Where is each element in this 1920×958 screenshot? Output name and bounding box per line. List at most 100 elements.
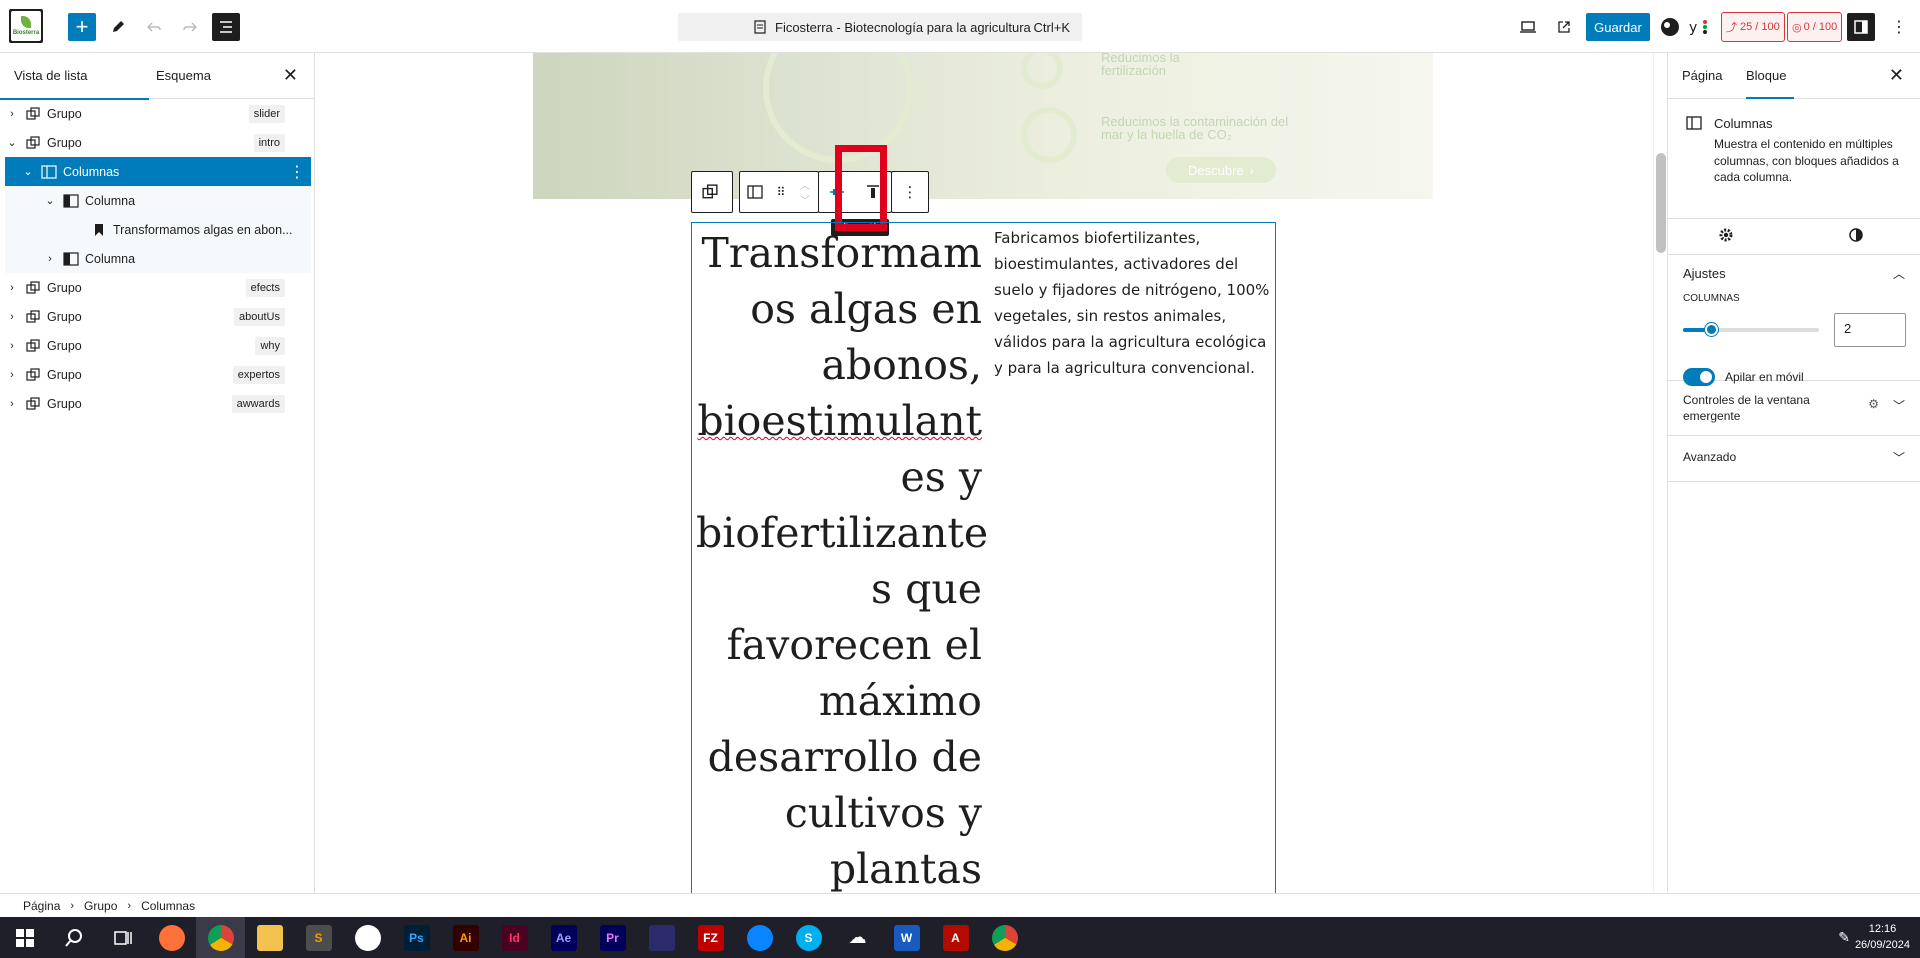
chevron-up-icon[interactable]: ︿: [800, 177, 810, 192]
readability-score-badge[interactable]: ◎ 0 / 100: [1787, 12, 1843, 42]
tab-block[interactable]: Bloque: [1746, 68, 1786, 83]
site-logo-button[interactable]: Biosterra: [9, 9, 43, 43]
chevron-down-icon[interactable]: ﹀: [1893, 397, 1905, 414]
search-button[interactable]: [49, 917, 98, 958]
styles-tab[interactable]: [1848, 227, 1864, 246]
tab-list-view[interactable]: Vista de lista: [0, 68, 151, 100]
breadcrumb-item[interactable]: Grupo: [84, 899, 117, 913]
advanced-panel[interactable]: Avanzado ﹀: [1668, 436, 1920, 482]
add-block-button[interactable]: +: [68, 13, 96, 41]
view-post-button[interactable]: [1550, 13, 1578, 41]
chevron-down-icon[interactable]: ﹀: [800, 192, 810, 207]
list-item[interactable]: › Grupo why: [5, 331, 311, 360]
columns-number-input[interactable]: 2: [1834, 313, 1906, 347]
columns-slider[interactable]: [1683, 323, 1819, 336]
drag-handle[interactable]: ⠿: [770, 172, 792, 212]
list-item[interactable]: Transformamos algas en abon...: [5, 215, 311, 244]
columns-block[interactable]: Transformam os algas en abonos, bioestim…: [691, 222, 1276, 893]
list-item[interactable]: ⌄ Grupo intro: [5, 128, 311, 157]
popup-controls-panel[interactable]: Controles de la ventana emergente ⚙ ﹀: [1668, 381, 1920, 436]
taskbar-chrome-2[interactable]: [980, 917, 1029, 958]
list-item[interactable]: › Grupo efects: [5, 273, 311, 302]
taskbar-app2[interactable]: [637, 917, 686, 958]
breadcrumb-item[interactable]: Página: [23, 899, 60, 913]
more-vertical-icon[interactable]: ⋮: [289, 162, 305, 182]
taskbar-skype[interactable]: S: [784, 917, 833, 958]
taskbar-acrobat[interactable]: A: [931, 917, 980, 958]
tab-page[interactable]: Página: [1682, 68, 1722, 83]
plus-icon: +: [75, 14, 89, 39]
taskbar-explorer[interactable]: [245, 917, 294, 958]
select-parent-button[interactable]: [692, 172, 728, 212]
close-icon[interactable]: ✕: [283, 65, 298, 86]
settings-panel-title[interactable]: Ajustes: [1683, 266, 1726, 281]
tools-button[interactable]: [104, 13, 132, 41]
taskbar-filezilla[interactable]: FZ: [686, 917, 735, 958]
taskbar-illustrator[interactable]: Ai: [441, 917, 490, 958]
document-overview-button[interactable]: [212, 13, 240, 41]
chevron-right-icon[interactable]: ›: [5, 398, 19, 410]
preview-button[interactable]: [1514, 13, 1542, 41]
taskbar-aftereffects[interactable]: Ae: [539, 917, 588, 958]
undo-button[interactable]: [140, 13, 168, 41]
taskbar-indesign[interactable]: Id: [490, 917, 539, 958]
list-item[interactable]: › Columna: [5, 244, 311, 273]
task-view-button[interactable]: [98, 917, 147, 958]
chevron-down-icon[interactable]: ⌄: [43, 194, 57, 207]
taskbar-firefox[interactable]: [147, 917, 196, 958]
chevron-right-icon[interactable]: ›: [5, 282, 19, 294]
block-options-button[interactable]: ⋮: [892, 172, 928, 212]
move-buttons[interactable]: ︿ ﹀: [792, 172, 818, 212]
taskbar-thunderbird[interactable]: [735, 917, 784, 958]
taskbar-onedrive[interactable]: ☁: [833, 917, 882, 958]
chevron-down-icon[interactable]: ⌄: [5, 136, 19, 149]
taskbar-photoshop[interactable]: Ps: [392, 917, 441, 958]
list-item[interactable]: › Grupo expertos: [5, 360, 311, 389]
settings-tab[interactable]: [1718, 227, 1734, 246]
list-item[interactable]: › Grupo slider: [5, 99, 311, 128]
start-button[interactable]: [0, 917, 49, 958]
chevron-right-icon[interactable]: ›: [5, 108, 19, 120]
translate-button[interactable]: [1656, 13, 1684, 41]
intro-paragraph[interactable]: Fabricamos biofertilizantes, bioestimula…: [994, 225, 1270, 381]
chevron-up-icon[interactable]: ︿: [1893, 265, 1905, 282]
heading-column[interactable]: Transformam os algas en abonos, bioestim…: [696, 225, 988, 893]
tab-outline[interactable]: Esquema: [156, 68, 211, 83]
settings-sidebar-toggle[interactable]: [1847, 13, 1875, 41]
chevron-right-icon[interactable]: ›: [43, 253, 57, 265]
close-icon[interactable]: ✕: [1889, 65, 1904, 86]
list-item[interactable]: › Grupo awwards: [5, 389, 311, 418]
taskbar-premiere[interactable]: Pr: [588, 917, 637, 958]
seo-score-badge[interactable]: ⤴ 25 / 100: [1721, 12, 1785, 42]
list-item[interactable]: ⌄ Columna: [5, 186, 311, 215]
breadcrumb-item[interactable]: Columnas: [141, 899, 195, 913]
paragraph-column[interactable]: Fabricamos biofertilizantes, bioestimula…: [994, 225, 1270, 381]
block-type-button[interactable]: [740, 172, 770, 212]
taskbar-app[interactable]: [343, 917, 392, 958]
drag-icon: ⠿: [776, 185, 786, 199]
pen-icon[interactable]: ✎: [1838, 929, 1850, 946]
chevron-down-icon[interactable]: ⌄: [21, 165, 35, 178]
chevron-right-icon[interactable]: ›: [5, 369, 19, 381]
save-button[interactable]: Guardar: [1586, 13, 1650, 41]
taskbar-chrome[interactable]: [196, 917, 245, 958]
yoast-button[interactable]: y: [1686, 13, 1714, 41]
slider-thumb[interactable]: [1705, 323, 1718, 336]
chevron-down-icon[interactable]: ﹀: [1893, 449, 1905, 466]
discover-button[interactable]: Descubre ›: [1166, 157, 1276, 183]
system-clock[interactable]: 12:16 26/09/2024: [1855, 921, 1910, 953]
block-inspector-tabs: [1668, 219, 1920, 255]
taskbar-word[interactable]: W: [882, 917, 931, 958]
chevron-right-icon[interactable]: ›: [5, 340, 19, 352]
chevron-right-icon[interactable]: ›: [5, 311, 19, 323]
taskbar-sublime[interactable]: S: [294, 917, 343, 958]
canvas-scrollbar[interactable]: [1653, 53, 1667, 893]
scrollbar-thumb[interactable]: [1656, 153, 1666, 253]
list-item-selected[interactable]: ⌄ Columnas ⋮: [5, 157, 311, 186]
redo-button[interactable]: [176, 13, 204, 41]
windows-icon: [15, 928, 34, 947]
anchor-tag: awwards: [231, 394, 285, 413]
options-menu-button[interactable]: ⋮: [1885, 13, 1913, 41]
command-palette-button[interactable]: Ficosterra - Biotecnología para la agric…: [678, 13, 1082, 41]
list-item[interactable]: › Grupo aboutUs: [5, 302, 311, 331]
